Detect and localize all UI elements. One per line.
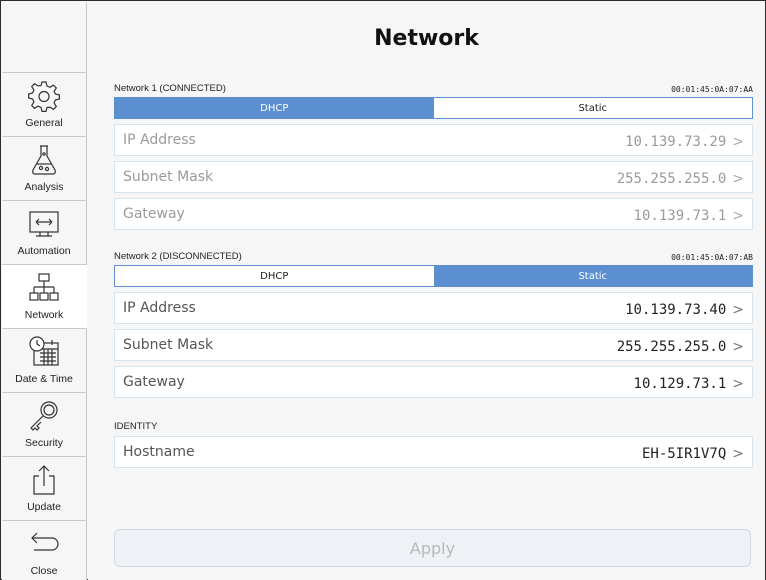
network2-dhcp-option[interactable]: DHCP [115,266,434,286]
hostname-value: EH-5IR1V7Q [641,445,727,462]
sidebar-item-network[interactable]: Network [2,265,87,329]
network2-header: Network 2 (DISCONNECTED) 00:01:45:0A:07:… [114,248,753,262]
chevron-right-icon: > [732,170,744,187]
network2-static-option[interactable]: Static [433,266,752,286]
identity-heading: IDENTITY [114,421,158,432]
field-label: IP Address [123,132,196,148]
sidebar-item-label: Analysis [24,181,64,193]
settings-window: General Analysis Automation Network Date… [0,0,766,580]
chevron-right-icon: > [732,445,744,462]
field-label: Subnet Mask [123,169,214,185]
main-panel: Network Network 1 (CONNECTED) 00:01:45:0… [88,2,765,580]
chevron-right-icon: > [732,301,744,318]
automation-icon [29,211,59,237]
sidebar-item-label: Network [24,309,64,321]
identity-section: IDENTITY Hostname EH-5IR1V7Q > [114,418,753,468]
network1-section: Network 1 (CONNECTED) 00:01:45:0A:07:AA … [114,80,753,230]
network1-mac: 00:01:45:0A:07:AA [671,85,753,94]
sidebar-item-security[interactable]: Security [2,393,86,457]
sidebar-item-label: General [25,117,63,129]
network1-header: Network 1 (CONNECTED) 00:01:45:0A:07:AA [114,80,753,94]
network1-mode-selector: DHCP Static [114,97,753,119]
sidebar-header [2,2,86,73]
sidebar-item-close[interactable]: Close [2,521,86,580]
network2-mode-selector: DHCP Static [114,265,753,287]
network2-ip-row[interactable]: IP Address 10.139.73.40 > [114,292,753,324]
network2-mac: 00:01:45:0A:07:AB [671,253,753,262]
field-value: 10.139.73.40 [625,301,727,318]
gear-icon [28,81,60,112]
sidebar-item-label: Date & Time [15,373,73,385]
network1-dhcp-option[interactable]: DHCP [115,98,434,118]
network1-subnet-row[interactable]: Subnet Mask 255.255.255.0 > [114,161,753,193]
field-value: 10.139.73.1 [633,207,727,224]
field-label: IP Address [123,300,196,316]
sidebar-item-label: Security [25,437,63,449]
network2-name: Network 2 (DISCONNECTED) [114,251,242,262]
upload-icon [33,465,55,495]
sidebar: General Analysis Automation Network Date… [2,2,87,580]
network1-static-option[interactable]: Static [434,98,753,118]
network-icon [29,273,59,301]
hostname-row[interactable]: Hostname EH-5IR1V7Q > [114,436,753,468]
sidebar-item-analysis[interactable]: Analysis [2,137,86,201]
chevron-right-icon: > [732,133,744,150]
network2-gateway-row[interactable]: Gateway 10.129.73.1 > [114,366,753,398]
page-title: Network [374,26,479,51]
chevron-right-icon: > [732,375,744,392]
field-value: 255.255.255.0 [616,338,727,355]
field-label: Gateway [123,206,185,222]
identity-header: IDENTITY [114,418,753,432]
calendar-clock-icon [29,336,59,366]
field-value: 255.255.255.0 [616,170,727,187]
sidebar-item-label: Automation [17,245,71,257]
sidebar-item-label: Update [27,501,61,513]
back-arrow-icon [31,532,59,551]
field-label: Gateway [123,374,185,390]
network1-gateway-row[interactable]: Gateway 10.139.73.1 > [114,198,753,230]
sidebar-item-date-time[interactable]: Date & Time [2,329,86,393]
chevron-right-icon: > [732,338,744,355]
network1-ip-row[interactable]: IP Address 10.139.73.29 > [114,124,753,156]
field-value: 10.139.73.29 [625,133,727,150]
sidebar-item-label: Close [30,565,58,577]
sidebar-item-automation[interactable]: Automation [2,201,86,265]
sidebar-item-update[interactable]: Update [2,457,86,521]
sidebar-item-general[interactable]: General [2,73,86,137]
field-label: Hostname [123,444,195,460]
field-label: Subnet Mask [123,337,214,353]
network1-name: Network 1 (CONNECTED) [114,83,226,94]
network2-subnet-row[interactable]: Subnet Mask 255.255.255.0 > [114,329,753,361]
chevron-right-icon: > [732,207,744,224]
key-icon [30,401,58,431]
apply-button[interactable]: Apply [114,529,751,567]
flask-icon [32,145,56,175]
network2-section: Network 2 (DISCONNECTED) 00:01:45:0A:07:… [114,248,753,398]
field-value: 10.129.73.1 [633,375,727,392]
